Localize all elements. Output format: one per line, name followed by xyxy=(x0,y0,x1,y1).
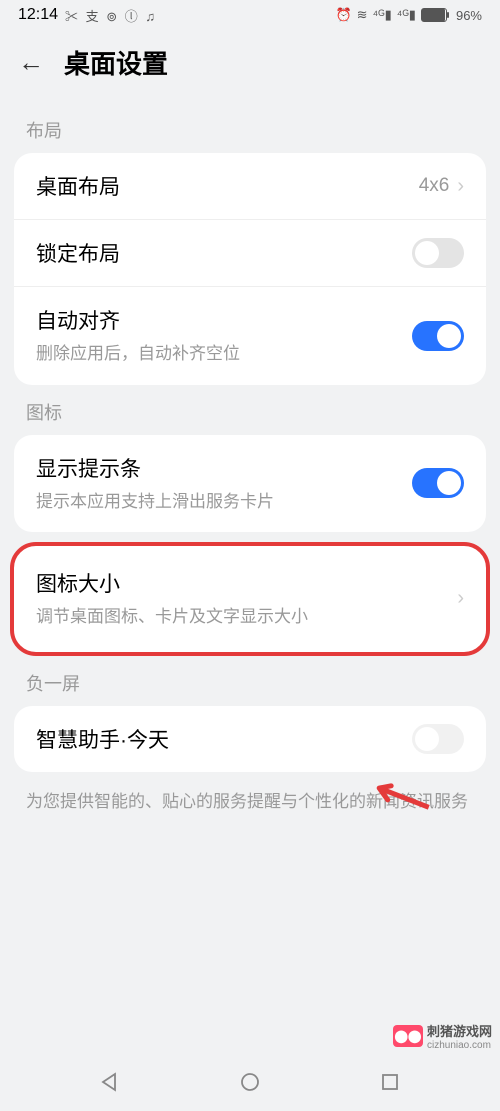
row-title: 显示提示条 xyxy=(36,453,412,483)
watermark-logo-icon: ⬤⬤ xyxy=(393,1025,423,1047)
row-title: 图标大小 xyxy=(36,568,457,598)
toggle-lock-layout[interactable] xyxy=(412,238,464,268)
battery-percent: 96% xyxy=(456,8,482,23)
section-label-layout: 布局 xyxy=(0,103,500,153)
toggle-show-hint[interactable] xyxy=(412,468,464,498)
nav-home-icon[interactable] xyxy=(240,1072,260,1097)
watermark-url: cizhuniao.com xyxy=(427,1040,492,1051)
back-icon[interactable]: ← xyxy=(18,47,44,78)
row-title: 桌面布局 xyxy=(36,171,419,201)
card-icon-hint: 显示提示条 提示本应用支持上滑出服务卡片 xyxy=(14,435,486,533)
row-value: 4x6 xyxy=(419,175,450,197)
row-subtitle: 删除应用后，自动补齐空位 xyxy=(36,341,412,367)
note-assistant: 为您提供智能的、贴心的服务提醒与个性化的新闻资讯服务 xyxy=(0,772,500,831)
nav-recent-icon[interactable] xyxy=(380,1072,400,1097)
section-label-minus: 负一屏 xyxy=(0,656,500,706)
row-show-hint[interactable]: 显示提示条 提示本应用支持上滑出服务卡片 xyxy=(14,435,486,533)
row-title: 锁定布局 xyxy=(36,238,412,268)
wifi-icon: ≋ xyxy=(357,7,368,23)
chevron-right-icon: › xyxy=(457,587,464,610)
card-layout: 桌面布局 4x6 › 锁定布局 自动对齐 删除应用后，自动补齐空位 xyxy=(14,153,486,385)
status-notification-icons: ✂ 支 ⊚ ⓛ ♫ xyxy=(65,6,157,25)
row-title: 智慧助手·今天 xyxy=(36,724,412,754)
row-assistant-today[interactable]: 智慧助手·今天 xyxy=(14,706,486,772)
row-icon-size[interactable]: 图标大小 调节桌面图标、卡片及文字显示大小 › xyxy=(14,546,486,652)
row-desktop-layout[interactable]: 桌面布局 4x6 › xyxy=(14,153,486,219)
row-title: 自动对齐 xyxy=(36,305,412,335)
status-bar: 12:14 ✂ 支 ⊚ ⓛ ♫ ⏰ ≋ ⁴ᴳ▮ ⁴ᴳ▮ 96% xyxy=(0,0,500,30)
toggle-assistant[interactable] xyxy=(412,724,464,754)
toggle-auto-align[interactable] xyxy=(412,321,464,351)
navigation-bar xyxy=(0,1057,500,1111)
chevron-right-icon: › xyxy=(457,175,464,198)
watermark-site: 刺猪游戏网 xyxy=(427,1021,492,1040)
battery-icon xyxy=(421,8,447,22)
page-header: ← 桌面设置 xyxy=(0,30,500,103)
alarm-icon: ⏰ xyxy=(335,7,351,23)
status-time: 12:14 xyxy=(18,6,58,24)
section-label-icon: 图标 xyxy=(0,385,500,435)
page-title: 桌面设置 xyxy=(64,44,168,81)
signal-4g-icon-2: ⁴ᴳ▮ xyxy=(397,7,416,23)
nav-back-icon[interactable] xyxy=(100,1072,120,1097)
highlight-box-icon-size: 图标大小 调节桌面图标、卡片及文字显示大小 › xyxy=(10,542,490,656)
row-subtitle: 调节桌面图标、卡片及文字显示大小 xyxy=(36,604,457,630)
signal-4g-icon: ⁴ᴳ▮ xyxy=(373,7,392,23)
row-subtitle: 提示本应用支持上滑出服务卡片 xyxy=(36,489,412,515)
card-assistant: 智慧助手·今天 xyxy=(14,706,486,772)
row-auto-align[interactable]: 自动对齐 删除应用后，自动补齐空位 xyxy=(14,286,486,385)
row-lock-layout[interactable]: 锁定布局 xyxy=(14,219,486,286)
watermark: ⬤⬤ 刺猪游戏网 cizhuniao.com xyxy=(393,1021,492,1051)
